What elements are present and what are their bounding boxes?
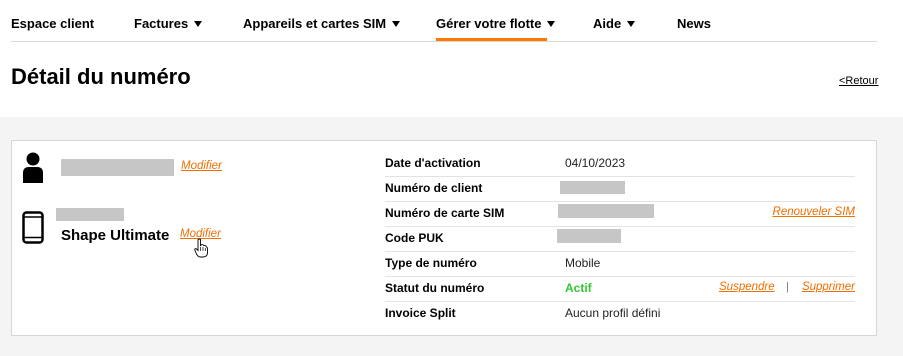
client-number-redacted (560, 181, 625, 194)
caret-down-icon (547, 21, 556, 27)
detail-label: Statut du numéro (385, 281, 485, 295)
nav-label: Appareils et cartes SIM (243, 16, 387, 31)
device-line-redacted (56, 208, 124, 221)
back-link[interactable]: <Retour (839, 75, 878, 87)
caret-down-icon (627, 21, 636, 27)
nav-label: Factures (134, 16, 189, 31)
nav-item-gerer-flotte[interactable]: Gérer votre flotte (436, 16, 556, 31)
user-name-redacted (61, 159, 174, 176)
detail-label: Type de numéro (385, 256, 477, 270)
person-icon (22, 152, 44, 189)
detail-label: Numéro de client (385, 181, 483, 195)
detail-row-activation-date: Date d'activation 04/10/2023 (385, 151, 855, 177)
nav-label: News (677, 16, 711, 31)
detail-row-sim-number: Numéro de carte SIM Renouveler SIM (385, 201, 855, 227)
detail-row-invoice-split: Invoice Split Aucun profil défini (385, 301, 855, 326)
nav-item-appareils[interactable]: Appareils et cartes SIM (243, 16, 401, 31)
nav-label: Gérer votre flotte (436, 16, 542, 31)
number-detail-card: Modifier Shape Ultimate Modifier Date d'… (11, 140, 877, 336)
detail-value: Mobile (565, 256, 601, 270)
modify-user-link[interactable]: Modifier (181, 160, 222, 172)
detail-row-client-number: Numéro de client (385, 176, 855, 202)
detail-row-number-status: Statut du numéro Actif Suspendre | Suppr… (385, 276, 855, 302)
detail-value: 04/10/2023 (565, 156, 626, 170)
puk-code-redacted (557, 229, 621, 243)
nav-divider (11, 41, 877, 42)
detail-label: Numéro de carte SIM (385, 206, 505, 220)
sim-number-redacted (558, 204, 654, 218)
page-title: Détail du numéro (11, 64, 191, 89)
nav-item-aide[interactable]: Aide (593, 16, 636, 31)
top-navigation: Espace client Factures Appareils et cart… (0, 0, 903, 42)
delete-link[interactable]: Supprimer (802, 281, 855, 293)
detail-value: Aucun profil défini (565, 306, 661, 320)
device-name: Shape Ultimate (61, 227, 170, 244)
renew-sim-link[interactable]: Renouveler SIM (773, 206, 855, 218)
caret-down-icon (194, 21, 203, 27)
nav-item-espace-client[interactable]: Espace client (11, 16, 94, 31)
detail-label: Date d'activation (385, 156, 481, 170)
caret-down-icon (392, 21, 401, 27)
hand-pointer-icon (194, 238, 208, 263)
detail-label: Code PUK (385, 231, 444, 245)
status-badge: Actif (565, 281, 592, 295)
detail-row-puk-code: Code PUK (385, 226, 855, 252)
nav-item-factures[interactable]: Factures (134, 16, 203, 31)
suspend-link[interactable]: Suspendre (719, 281, 775, 293)
nav-label: Espace client (11, 16, 95, 31)
nav-label: Aide (593, 16, 622, 31)
detail-row-number-type: Type de numéro Mobile (385, 251, 855, 277)
action-separator: | (786, 281, 789, 293)
nav-item-news[interactable]: News (677, 16, 711, 31)
detail-label: Invoice Split (385, 306, 456, 320)
smartphone-icon (22, 211, 44, 249)
